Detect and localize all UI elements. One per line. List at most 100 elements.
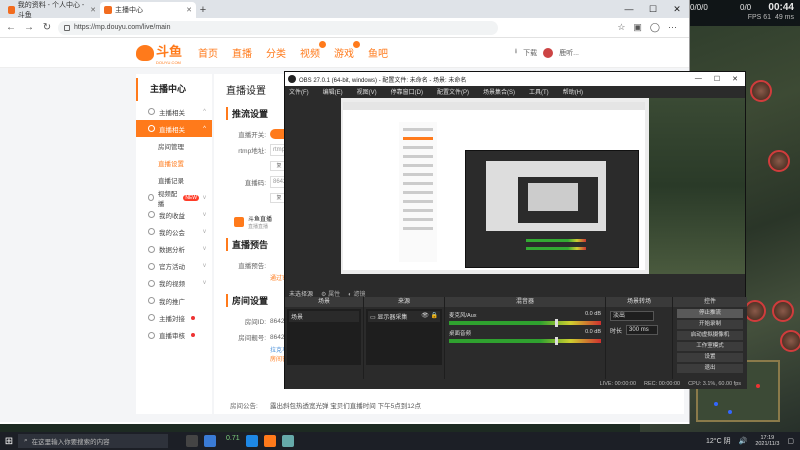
mixer-dock: 混音器 麦克风/Aux 0.0 dB 桌面音频 0.0 dB	[445, 297, 605, 389]
anchor-sidebar: 主播中心 主播相关 ^ 直播相关 ^ 房间管理 直播设置 直播记录 视频配播 NEW v…	[136, 74, 212, 414]
volume-icon[interactable]: 🔊	[739, 437, 748, 445]
rtmp-label: rtmp地址:	[238, 148, 266, 155]
new-tab-icon[interactable]: +	[196, 3, 210, 17]
obs-docks: 场景 场景 +−∧∨ 来源 ▭ 显示器采集 👁 🔒 +−⚙∧∨ 混音器 麦克风/…	[285, 297, 747, 389]
sidebar-item-promotion[interactable]: 我的推广	[136, 292, 212, 309]
preview-nested-obs	[465, 150, 639, 268]
notice-text[interactable]: 露出斜包热透宽光弹 宝贝们直播时间 下午5点到12点	[270, 400, 421, 410]
close-tab-icon[interactable]: ✕	[90, 6, 96, 14]
sidebar-item-video[interactable]: 视频配播 NEW v	[136, 189, 212, 208]
sidebar-item-support[interactable]: 主播対接	[136, 309, 212, 326]
nav-live[interactable]: 直播	[232, 45, 252, 60]
nav-video[interactable]: 视频	[300, 41, 327, 60]
scene-item[interactable]: 场景	[289, 311, 359, 322]
sidebar-item-live[interactable]: 直播相关 ^	[136, 120, 212, 138]
download-icon[interactable]: ⭳	[515, 47, 517, 58]
refresh-icon[interactable]: ↻	[40, 22, 54, 33]
nav-fishbar[interactable]: 鱼吧	[368, 45, 388, 60]
game-taskbar-icon[interactable]	[204, 435, 216, 447]
minimize-icon[interactable]: —	[617, 0, 641, 18]
url-text: https://mp.douyu.com/live/main	[74, 24, 171, 31]
douyu-taskbar-icon[interactable]	[263, 435, 276, 447]
avatar[interactable]	[543, 47, 554, 58]
sidebar-item-anchor[interactable]: 主播相关 ^	[136, 103, 212, 120]
mixer-track-mic[interactable]: 麦克风/Aux 0.0 dB	[449, 311, 601, 327]
sidebar-item-guild[interactable]: 我的公会 v	[136, 223, 212, 240]
sidebar-item-income[interactable]: 我的收益 v	[136, 206, 212, 223]
game-kda: 0/0/0	[690, 3, 708, 12]
guild-icon	[148, 228, 155, 236]
transitions-dock: 场景转场 淡出 时长 300 ms	[606, 297, 672, 389]
sidebar-item-analytics[interactable]: 数据分析 v	[136, 241, 212, 258]
desktop-fader	[555, 337, 559, 345]
sidebar-item-live-records[interactable]: 直播记录	[136, 172, 212, 189]
menu-tools[interactable]: 工具(T)	[529, 87, 549, 96]
lock-icon	[64, 24, 70, 31]
nav-game[interactable]: 游戏	[334, 41, 361, 60]
flag-icon	[148, 262, 155, 270]
obs-maximize-icon[interactable]: ☐	[714, 75, 720, 83]
windows-start-icon[interactable]: ⊞	[0, 436, 18, 447]
forward-icon[interactable]: →	[22, 22, 36, 33]
nav-home[interactable]: 首页	[198, 45, 218, 60]
menu-help[interactable]: 帮助(H)	[563, 87, 583, 96]
menu-file[interactable]: 文件(F)	[289, 87, 309, 96]
stock-ticker[interactable]: 0.71	[226, 435, 240, 447]
weather[interactable]: 12°C 阴	[706, 436, 731, 446]
taskbar-search[interactable]: ⌕ 在这里输入你要搜索的内容	[18, 434, 168, 448]
douyu-user-area: ⭳ 下载 鹿听...	[515, 47, 689, 58]
download-link[interactable]: 下载	[523, 48, 537, 58]
obs-taskbar-icon[interactable]	[186, 435, 198, 447]
champion-portrait	[780, 330, 800, 352]
source-item[interactable]: ▭ 显示器采集 👁 🔒	[368, 311, 440, 322]
collections-icon[interactable]: ▣	[633, 22, 642, 33]
mixer-track-desktop[interactable]: 桌面音频 0.0 dB	[449, 329, 601, 345]
preview-game-capture	[649, 98, 745, 274]
menu-view[interactable]: 视图(V)	[357, 87, 377, 96]
menu-profile[interactable]: 配置文件(P)	[437, 87, 469, 96]
profile-icon[interactable]: ◯	[650, 22, 660, 33]
menu-docks[interactable]: 停靠窗口(D)	[391, 87, 423, 96]
exit-button[interactable]: 退出	[677, 364, 743, 373]
support-icon	[148, 314, 155, 322]
obs-minimize-icon[interactable]: —	[695, 75, 702, 83]
nav-category[interactable]: 分类	[266, 45, 286, 60]
url-field[interactable]: https://mp.douyu.com/live/main	[58, 20, 498, 35]
sidebar-item-room-manage[interactable]: 房间管理	[136, 137, 212, 154]
obs-close-icon[interactable]: ✕	[732, 75, 738, 83]
menu-edit[interactable]: 编辑(E)	[323, 87, 343, 96]
sidebar-item-review[interactable]: 直播审核	[136, 326, 212, 343]
taskbar-apps: 0.71	[186, 435, 294, 447]
duration-field[interactable]: 300 ms	[626, 325, 659, 335]
sidebar-item-live-settings[interactable]: 直播设置	[136, 155, 212, 172]
stop-streaming-button[interactable]: 停止推流	[677, 309, 743, 318]
transition-select[interactable]: 淡出	[610, 311, 654, 321]
douyu-logo[interactable]: 斗鱼 DOUYU.COM	[136, 41, 182, 65]
obs-menubar: 文件(F) 编辑(E) 视图(V) 停靠窗口(D) 配置文件(P) 场景集合(S…	[285, 86, 745, 96]
douyu-favicon-icon	[104, 6, 112, 14]
virtual-camera-button[interactable]: 启动虚拟摄像机	[677, 331, 743, 340]
close-window-icon[interactable]: ✕	[665, 0, 689, 18]
close-tab-icon[interactable]: ✕	[186, 6, 192, 14]
back-icon[interactable]: ←	[4, 22, 18, 33]
username[interactable]: 鹿听...	[559, 48, 579, 58]
settings-button[interactable]: 设置	[677, 353, 743, 362]
sidebar-item-my-videos[interactable]: 我的视频 v	[136, 275, 212, 292]
douyu-favicon-icon	[8, 6, 15, 14]
browser-tab-active[interactable]: 主播中心 ✕	[100, 2, 196, 18]
notification-icon[interactable]: ▢	[787, 437, 794, 445]
favorite-icon[interactable]: ☆	[617, 22, 625, 33]
menu-scene-collection[interactable]: 场景集合(S)	[483, 87, 515, 96]
clock[interactable]: 17:19 2021/11/3	[755, 435, 779, 447]
preview-label: 直播预告:	[238, 263, 266, 270]
obs-preview[interactable]	[341, 98, 649, 274]
edge-taskbar-icon[interactable]	[245, 435, 258, 447]
maximize-icon[interactable]: ☐	[641, 0, 665, 18]
browser-tab[interactable]: 我的资料 - 个人中心 - 斗鱼 ✕	[4, 2, 100, 19]
sidebar-item-events[interactable]: 官方活动 v	[136, 258, 212, 275]
more-icon[interactable]: ⋯	[668, 22, 677, 33]
start-recording-button[interactable]: 开始录制	[677, 320, 743, 329]
scenes-dock: 场景 场景 +−∧∨	[285, 297, 363, 389]
studio-mode-button[interactable]: 工作室模式	[677, 342, 743, 351]
app-taskbar-icon[interactable]	[281, 435, 294, 447]
